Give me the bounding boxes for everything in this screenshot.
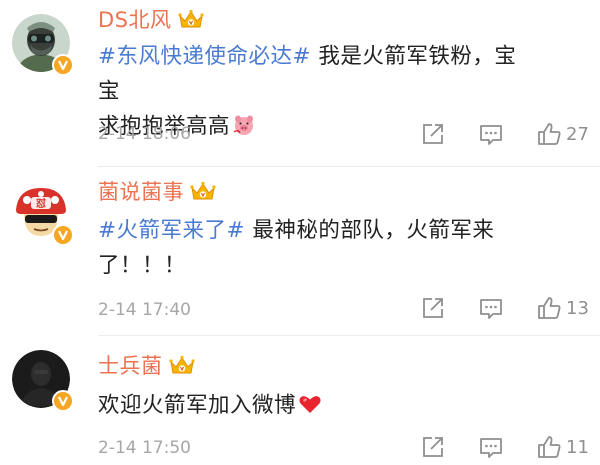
username-link[interactable]: DS北风 [98, 4, 172, 34]
topic-link[interactable]: #火箭军来了# [98, 218, 245, 243]
comment-text-line1: 欢迎火箭军加入微博 [98, 393, 297, 418]
verified-badge-icon [52, 390, 74, 412]
username-link[interactable]: 士兵菌 [98, 350, 163, 380]
comment-timestamp: 2-14 17:50 [98, 438, 191, 458]
like-icon [538, 123, 561, 145]
username-row: 士兵菌 [98, 350, 195, 380]
topic-link[interactable]: #东风快递使命必达# [98, 44, 311, 69]
comment-timestamp: 2-14 17:40 [98, 300, 191, 320]
share-icon[interactable] [420, 434, 446, 460]
share-icon[interactable] [420, 295, 446, 321]
crown-vip-icon [190, 180, 216, 202]
crown-vip-icon [168, 354, 195, 376]
username-row: 菌说菌事 [98, 176, 216, 206]
like-button[interactable]: 27 [536, 121, 590, 147]
avatar[interactable] [12, 14, 74, 76]
comment-timestamp: 2-14 18:06 [98, 124, 191, 144]
comment-actions: 27 [420, 121, 590, 147]
avatar[interactable] [12, 350, 74, 412]
divider [98, 166, 600, 167]
share-icon[interactable] [420, 121, 446, 147]
divider [98, 335, 600, 336]
username-row: DS北风 [98, 4, 204, 34]
like-icon [538, 436, 561, 458]
comment-icon[interactable] [478, 295, 504, 321]
comment-text: 欢迎火箭军加入微博 [98, 388, 538, 423]
username-link[interactable]: 菌说菌事 [98, 176, 184, 206]
like-button[interactable]: 11 [536, 434, 590, 460]
comment-text: #火箭军来了# 最神秘的部队，火箭军来 了！！！ [98, 213, 538, 283]
verified-badge-icon [52, 224, 74, 246]
like-button[interactable]: 13 [536, 295, 590, 321]
red-heart-emoji [298, 392, 322, 416]
piglet-hug-emoji [232, 113, 256, 137]
like-count: 13 [566, 297, 589, 319]
crown-vip-icon [177, 8, 204, 30]
comment-feed: DS北风 #东风快递使命必达# 我是火箭军铁粉，宝宝 求抱抱举高高 2-14 1… [0, 0, 600, 465]
like-count: 27 [566, 123, 589, 145]
avatar[interactable]: 怼 [12, 184, 74, 246]
comment-icon[interactable] [478, 434, 504, 460]
comment-actions: 11 [420, 434, 590, 460]
like-count: 11 [566, 436, 589, 458]
svg-text:怼: 怼 [36, 197, 46, 210]
comment-actions: 13 [420, 295, 590, 321]
comment-icon[interactable] [478, 121, 504, 147]
like-icon [538, 297, 561, 319]
comment-text-line1: 最神秘的部队，火箭军来 [245, 218, 495, 243]
verified-badge-icon [52, 54, 74, 76]
comment-text-line2: 了！！！ [98, 253, 187, 278]
